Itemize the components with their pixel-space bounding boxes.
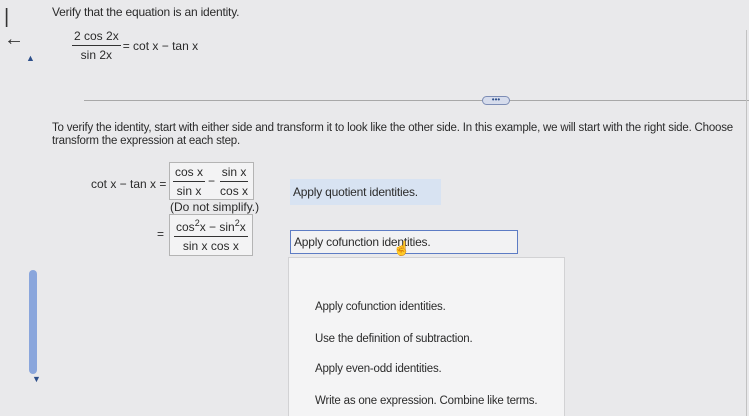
step2-numerator: cos2x − sin2x [174,218,248,237]
step1-frac1-den: sin x [176,183,202,198]
dropdown-option[interactable]: Use the definition of subtraction. [315,333,473,345]
step1-minus: − [208,174,216,188]
instructions: To verify the identity, start with eithe… [52,122,749,148]
dropdown-option[interactable]: Apply even-odd identities. [315,363,442,375]
step2-denominator: sin x cos x [182,238,239,253]
step1-fraction-1: cos x sin x [173,165,206,198]
given-right-side: = cot x − tan x [122,38,199,53]
question-title: Verify that the equation is an identity. [52,5,240,19]
step1-reason: Apply quotient identities. [290,179,441,205]
given-denominator: sin 2x [80,48,113,62]
right-edge-line [746,30,747,416]
step2-equals: = [157,227,165,241]
step1-expression: cos x sin x − sin x cos x [169,162,255,200]
more-button[interactable]: ••• [482,96,510,105]
given-fraction: 2 cos 2x sin 2x [72,29,121,62]
step-lhs: cot x − tan x = [91,177,167,191]
scroll-down-icon[interactable]: ▼ [32,374,41,384]
instructions-line-2: transform the expression at each step. [52,135,241,147]
step1-fraction-2: sin x cos x [218,165,250,198]
step1-frac1-num: cos x [173,165,206,182]
do-not-simplify-note: (Do not simplify.) [170,200,260,214]
reason-dropdown: Apply cofunction identities. Use the def… [288,257,565,416]
step2-expression: cos2x − sin2x sin x cos x [169,214,253,256]
section-divider [84,100,749,101]
step1-frac2-den: cos x [220,183,249,198]
step1-frac2-num: sin x [219,165,249,182]
scrollbar-thumb[interactable] [29,270,37,374]
dropdown-option[interactable]: Apply cofunction identities. [315,301,446,313]
given-numerator: 2 cos 2x [72,29,121,46]
left-rail: ▲ ▼ [0,0,48,416]
instructions-line-1: To verify the identity, start with eithe… [52,122,733,134]
hand-cursor-icon: ☝ [393,240,411,256]
dropdown-option[interactable]: Write as one expression. Combine like te… [315,395,538,407]
scroll-up-icon[interactable]: ▲ [26,53,35,63]
step2-fraction: cos2x − sin2x sin x cos x [174,218,248,253]
given-equation: 2 cos 2x sin 2x = cot x − tan x [72,29,198,62]
